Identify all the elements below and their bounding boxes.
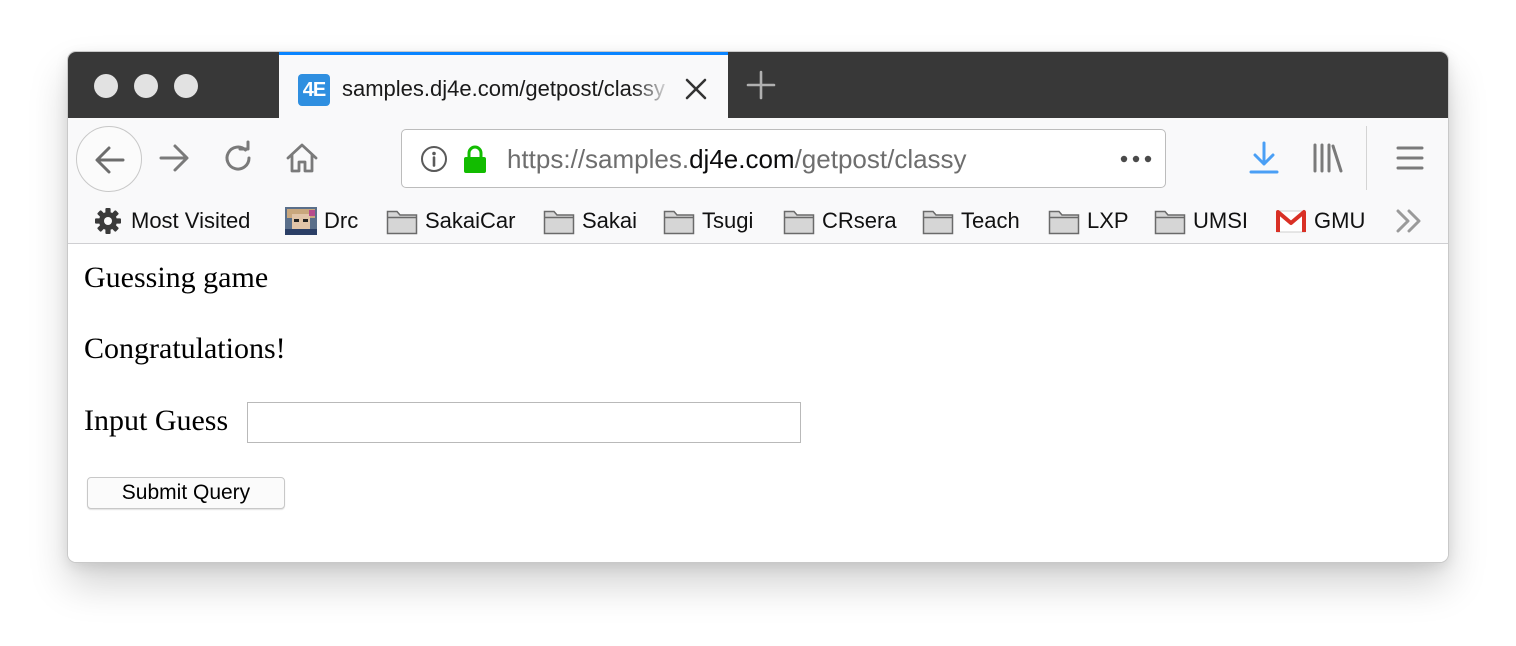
url-bar[interactable]: https://samples.dj4e.com/getpost/classy [401, 129, 1166, 188]
window-minimize-button[interactable] [134, 74, 158, 98]
bookmark-folder-tsugi[interactable]: Tsugi [663, 205, 753, 237]
guess-input[interactable] [247, 402, 801, 443]
close-icon[interactable] [681, 74, 711, 104]
bookmark-label: CRsera [822, 208, 897, 233]
bookmark-folder-lxp[interactable]: LXP [1048, 205, 1129, 237]
bookmark-folder-sakai[interactable]: Sakai [543, 205, 637, 237]
info-icon[interactable] [420, 145, 448, 173]
url-path: /getpost/classy [794, 144, 967, 174]
bookmark-folder-crsera[interactable]: CRsera [783, 205, 897, 237]
url-prefix: https://samples. [507, 144, 690, 174]
chevron-double-right-icon[interactable] [1394, 207, 1424, 235]
bookmark-label: Teach [961, 208, 1020, 233]
folder-icon [663, 210, 695, 235]
toolbar-separator [1366, 126, 1367, 190]
url-host: dj4e.com [689, 144, 795, 174]
library-icon[interactable] [1310, 140, 1346, 176]
gear-icon [95, 208, 121, 234]
bookmark-label: Drc [324, 208, 359, 233]
result-message: Congratulations! [84, 332, 286, 365]
browser-window: 4E samples.dj4e.com/getpost/classy https… [68, 52, 1448, 562]
submit-button[interactable]: Submit Query [87, 477, 285, 509]
bookmark-label: LXP [1087, 208, 1129, 233]
bookmark-label: Sakai [582, 208, 638, 233]
bookmark-label: UMSI [1193, 208, 1248, 233]
tab-favicon-icon: 4E [298, 74, 330, 106]
folder-icon [543, 210, 575, 235]
bookmark-label: SakaiCar [425, 208, 516, 233]
page-content: Guessing game Congratulations! Input Gue… [68, 244, 1448, 562]
navigation-toolbar: https://samples.dj4e.com/getpost/classy [68, 118, 1448, 198]
bookmark-label: Tsugi [702, 208, 754, 233]
folder-icon [1154, 210, 1186, 235]
page-title: Guessing game [84, 261, 269, 294]
tab-active[interactable]: 4E samples.dj4e.com/getpost/classy [279, 52, 728, 118]
folder-icon [1048, 210, 1080, 235]
guess-label: Input Guess [84, 404, 229, 437]
avatar-icon [285, 207, 317, 235]
bookmark-label: Most Visited [131, 208, 251, 233]
folder-icon [386, 210, 418, 235]
bookmark-most-visited[interactable]: Most Visited [92, 205, 250, 237]
folder-icon [922, 210, 954, 235]
gmail-icon [1276, 210, 1306, 233]
bookmark-gmu[interactable]: GMU [1275, 205, 1365, 237]
tab-strip: 4E samples.dj4e.com/getpost/classy [68, 52, 1448, 118]
reload-icon[interactable] [220, 140, 256, 176]
window-close-button[interactable] [94, 74, 118, 98]
bookmark-drc[interactable]: Drc [285, 205, 358, 237]
bookmark-label: GMU [1314, 208, 1366, 233]
window-zoom-button[interactable] [174, 74, 198, 98]
plus-icon[interactable] [744, 68, 778, 102]
bookmark-folder-teach[interactable]: Teach [922, 205, 1020, 237]
arrow-left-icon [95, 146, 125, 174]
hamburger-icon[interactable] [1392, 140, 1428, 176]
download-icon[interactable] [1246, 140, 1282, 176]
home-icon[interactable] [284, 140, 320, 176]
tab-title: samples.dj4e.com/getpost/classy [342, 76, 665, 101]
url-text[interactable]: https://samples.dj4e.com/getpost/classy [507, 144, 967, 175]
folder-icon [783, 210, 815, 235]
ellipsis-icon[interactable] [1118, 148, 1154, 170]
bookmarks-toolbar: Most Visited Drc SakaiCar Sakai Tsugi CR… [68, 198, 1448, 244]
bookmark-folder-sakaicar[interactable]: SakaiCar [386, 205, 515, 237]
back-button[interactable] [76, 126, 142, 192]
arrow-right-icon[interactable] [156, 140, 192, 176]
lock-icon[interactable] [462, 144, 488, 174]
bookmark-folder-umsi[interactable]: UMSI [1154, 205, 1248, 237]
